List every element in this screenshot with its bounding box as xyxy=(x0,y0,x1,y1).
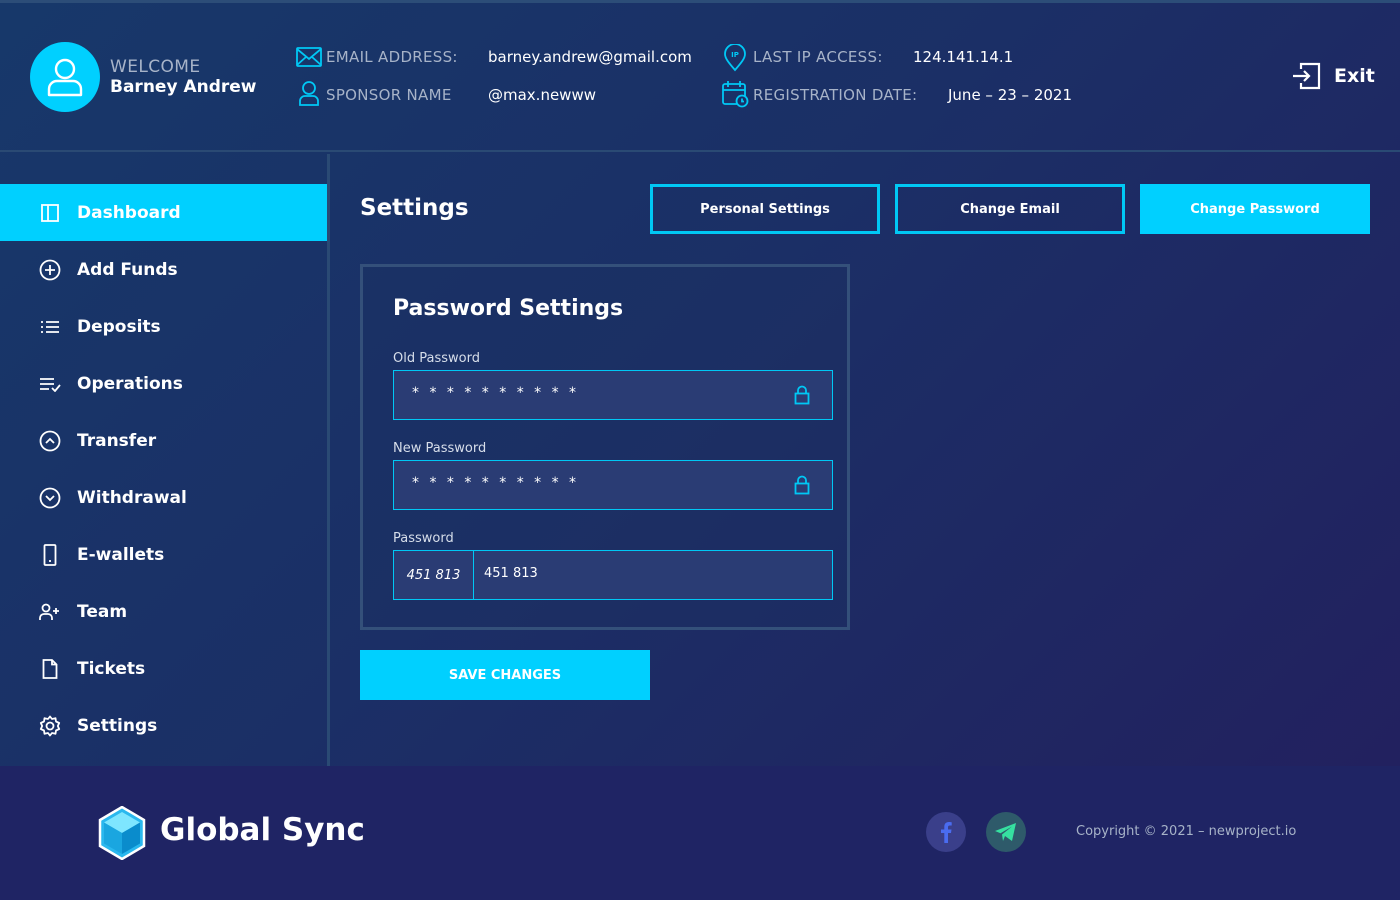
sidebar-item-operations[interactable]: Operations xyxy=(0,355,327,412)
svg-text:IP: IP xyxy=(731,51,739,59)
gear-icon xyxy=(38,714,62,738)
captcha-label: Password xyxy=(393,531,454,546)
ip-label: LAST IP ACCESS: xyxy=(753,48,883,66)
ip-value: 124.141.14.1 xyxy=(913,48,1014,66)
phone-icon xyxy=(38,543,62,567)
lock-icon xyxy=(794,385,810,409)
sidebar-item-label: Withdrawal xyxy=(77,487,187,508)
sidebar-item-deposits[interactable]: Deposits xyxy=(0,298,327,355)
captcha-code: 451 813 xyxy=(394,551,474,599)
sidebar-item-dashboard[interactable]: Dashboard xyxy=(0,184,327,241)
chevron-down-circle-icon xyxy=(38,486,62,510)
sidebar-item-settings[interactable]: Settings xyxy=(0,697,327,754)
sidebar-item-label: Deposits xyxy=(77,316,161,337)
tab-personal-settings[interactable]: Personal Settings xyxy=(650,184,880,234)
sidebar-item-tickets[interactable]: Tickets xyxy=(0,640,327,697)
tab-change-email[interactable]: Change Email xyxy=(895,184,1125,234)
footer: Global Sync Copyright © 2021 – newprojec… xyxy=(0,766,1400,900)
email-value: barney.andrew@gmail.com xyxy=(488,48,692,66)
new-password-field[interactable]: * * * * * * * * * * xyxy=(393,460,833,510)
list-icon xyxy=(38,315,62,339)
username: Barney Andrew xyxy=(110,77,257,97)
sidebar-item-add-funds[interactable]: Add Funds xyxy=(0,241,327,298)
sidebar-item-label: Transfer xyxy=(77,430,157,451)
sidebar-item-label: Tickets xyxy=(77,658,146,679)
sidebar-item-label: Team xyxy=(77,601,128,622)
sidebar-item-label: Dashboard xyxy=(77,202,181,223)
telegram-icon xyxy=(995,823,1016,841)
document-icon xyxy=(38,657,62,681)
new-password-label: New Password xyxy=(393,441,487,456)
old-password-value: * * * * * * * * * * xyxy=(412,385,580,401)
old-password-label: Old Password xyxy=(393,351,480,366)
registration-label: REGISTRATION DATE: xyxy=(753,86,918,104)
save-changes-button[interactable]: SAVE CHANGES xyxy=(360,650,650,700)
captcha-input-value: 451 813 xyxy=(484,566,538,581)
plus-circle-icon xyxy=(38,258,62,282)
page-title: Settings xyxy=(360,195,469,221)
sponsor-icon xyxy=(298,80,320,106)
dashboard-icon xyxy=(38,201,62,225)
user-icon xyxy=(47,58,83,97)
lock-icon xyxy=(794,475,810,499)
facebook-icon xyxy=(941,822,952,843)
email-label: EMAIL ADDRESS: xyxy=(326,48,458,66)
chevron-up-circle-icon xyxy=(38,429,62,453)
sidebar-item-label: E-wallets xyxy=(77,544,165,565)
sidebar-item-label: Operations xyxy=(77,373,183,394)
sidebar-item-e-wallets[interactable]: E-wallets xyxy=(0,526,327,583)
brand-name: Global Sync xyxy=(160,812,365,848)
telegram-link[interactable] xyxy=(986,812,1026,852)
panel-title: Password Settings xyxy=(393,296,624,321)
old-password-field[interactable]: * * * * * * * * * * xyxy=(393,370,833,420)
password-settings-panel: Password Settings Old Password * * * * *… xyxy=(360,264,850,630)
list-check-icon xyxy=(38,372,62,396)
header: WELCOME Barney Andrew EMAIL ADDRESS: bar… xyxy=(0,0,1400,152)
registration-value: June – 23 – 2021 xyxy=(948,86,1072,104)
brand-logo-icon xyxy=(98,805,146,864)
sidebar-item-transfer[interactable]: Transfer xyxy=(0,412,327,469)
copyright: Copyright © 2021 – newproject.io xyxy=(1076,824,1297,839)
calendar-icon xyxy=(722,80,749,108)
captcha-field[interactable]: 451 813 451 813 xyxy=(393,550,833,600)
user-plus-icon xyxy=(38,600,62,624)
sidebar-item-team[interactable]: Team xyxy=(0,583,327,640)
exit-icon xyxy=(1293,62,1321,90)
exit-button[interactable]: Exit xyxy=(1292,62,1375,90)
sidebar-item-label: Add Funds xyxy=(77,259,178,280)
tab-change-password[interactable]: Change Password xyxy=(1140,184,1370,234)
avatar[interactable] xyxy=(30,42,100,112)
welcome-label: WELCOME xyxy=(110,57,201,77)
sidebar: Dashboard Add Funds Deposits Operations … xyxy=(0,154,330,766)
facebook-link[interactable] xyxy=(926,812,966,852)
sidebar-item-withdrawal[interactable]: Withdrawal xyxy=(0,469,327,526)
new-password-value: * * * * * * * * * * xyxy=(412,475,580,491)
sidebar-item-label: Settings xyxy=(77,715,158,736)
sponsor-value: @max.newww xyxy=(488,86,596,104)
sponsor-label: SPONSOR NAME xyxy=(326,86,452,104)
exit-label: Exit xyxy=(1334,65,1375,87)
ip-location-icon: IP xyxy=(723,44,747,72)
mail-icon xyxy=(296,47,322,67)
